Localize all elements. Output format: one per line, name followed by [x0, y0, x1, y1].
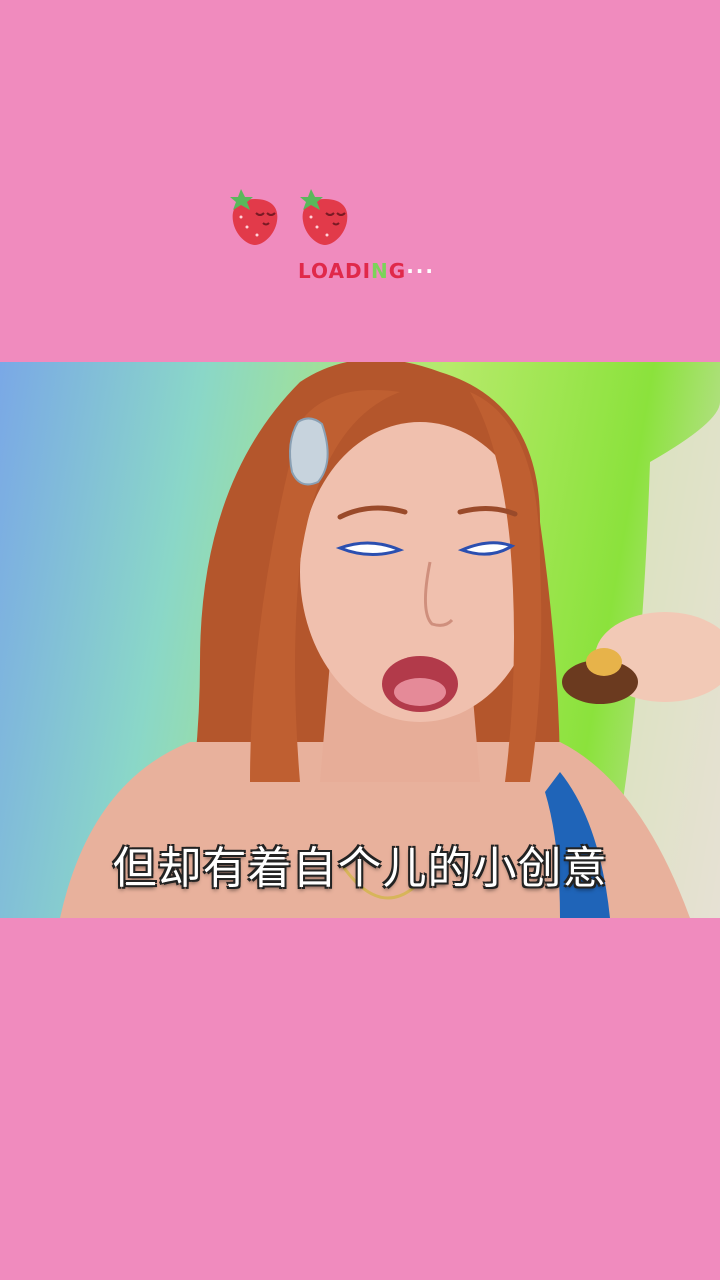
- screen: LOADING··· 但却有着自个儿的小创意: [0, 0, 720, 1280]
- strawberry-icon: [300, 189, 348, 245]
- loading-dots: ···: [406, 259, 435, 283]
- loading-label-tail: G: [388, 259, 407, 283]
- loading-indicator: LOADING···: [0, 0, 720, 360]
- loading-label-accent: N: [371, 259, 389, 283]
- loading-label-main: LOADI: [298, 259, 372, 283]
- video-subtitle: 但却有着自个儿的小创意: [112, 843, 608, 894]
- loading-label: LOADING···: [298, 259, 435, 283]
- strawberry-icon: [230, 189, 278, 245]
